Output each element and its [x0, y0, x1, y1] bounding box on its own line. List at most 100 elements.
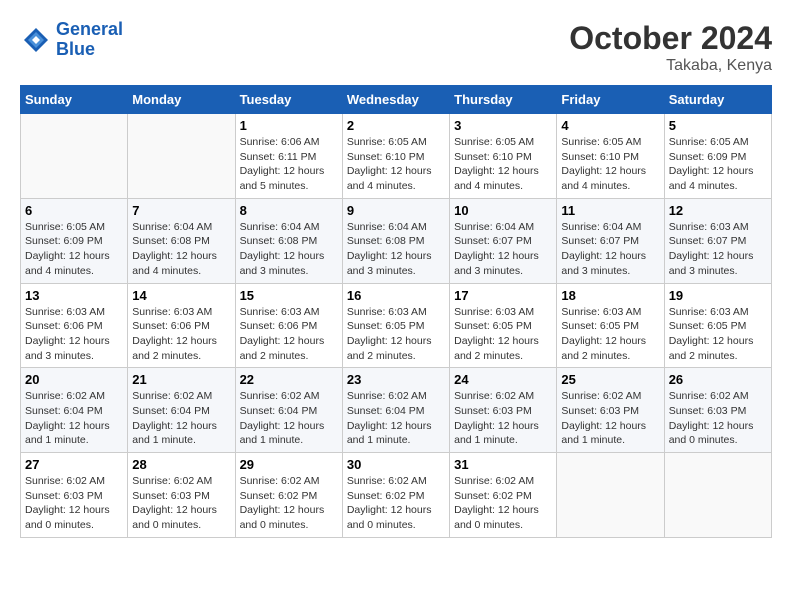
title-block: October 2024 Takaba, Kenya: [569, 20, 772, 75]
calendar-cell: 20 Sunrise: 6:02 AM Sunset: 6:04 PM Dayli…: [21, 368, 128, 453]
day-info: Sunrise: 6:04 AM Sunset: 6:08 PM Dayligh…: [347, 220, 445, 279]
day-number: 21: [132, 372, 230, 387]
day-info: Sunrise: 6:02 AM Sunset: 6:02 PM Dayligh…: [454, 474, 552, 533]
calendar-cell: 7Sunrise: 6:04 AM Sunset: 6:08 PM Daylig…: [128, 198, 235, 283]
calendar-cell: 29 Sunrise: 6:02 AM Sunset: 6:02 PM Dayli…: [235, 453, 342, 538]
day-info: Sunrise: 6:04 AM Sunset: 6:08 PM Dayligh…: [132, 220, 230, 279]
calendar-cell: 28 Sunrise: 6:02 AM Sunset: 6:03 PM Dayli…: [128, 453, 235, 538]
calendar-cell: 10Sunrise: 6:04 AM Sunset: 6:07 PM Dayli…: [450, 198, 557, 283]
day-info: Sunrise: 6:02 AM Sunset: 6:03 PM Dayligh…: [132, 474, 230, 533]
calendar-week-row: 27Sunrise: 6:02 AM Sunset: 6:03 PM Dayli…: [21, 453, 772, 538]
logo-icon: [20, 24, 52, 56]
calendar-cell: 19 Sunrise: 6:03 AM Sunset: 6:05 PM Dayli…: [664, 283, 771, 368]
weekday-header-row: SundayMondayTuesdayWednesdayThursdayFrid…: [21, 86, 772, 114]
calendar-week-row: 1Sunrise: 6:06 AM Sunset: 6:11 PM Daylig…: [21, 114, 772, 199]
day-info: Sunrise: 6:02 AM Sunset: 6:03 PM Dayligh…: [454, 389, 552, 448]
day-number: 5: [669, 118, 767, 133]
day-number: 31: [454, 457, 552, 472]
day-info: Sunrise: 6:02 AM Sunset: 6:02 PM Dayligh…: [347, 474, 445, 533]
calendar-cell: 3 Sunrise: 6:05 AM Sunset: 6:10 PM Daylig…: [450, 114, 557, 199]
calendar-cell: 11Sunrise: 6:04 AM Sunset: 6:07 PM Dayli…: [557, 198, 664, 283]
calendar-cell: [21, 114, 128, 199]
day-info: Sunrise: 6:02 AM Sunset: 6:04 PM Dayligh…: [240, 389, 338, 448]
calendar-cell: 26 Sunrise: 6:02 AM Sunset: 6:03 PM Dayli…: [664, 368, 771, 453]
weekday-header-sunday: Sunday: [21, 86, 128, 114]
logo-line2: Blue: [56, 39, 95, 59]
day-info: Sunrise: 6:02 AM Sunset: 6:04 PM Dayligh…: [132, 389, 230, 448]
calendar-cell: 21 Sunrise: 6:02 AM Sunset: 6:04 PM Dayli…: [128, 368, 235, 453]
day-number: 19: [669, 288, 767, 303]
day-number: 13: [25, 288, 123, 303]
page-header: General Blue October 2024 Takaba, Kenya: [20, 20, 772, 75]
day-info: Sunrise: 6:05 AM Sunset: 6:10 PM Dayligh…: [347, 135, 445, 194]
calendar-cell: 5 Sunrise: 6:05 AM Sunset: 6:09 PM Daylig…: [664, 114, 771, 199]
calendar-cell: 4 Sunrise: 6:05 AM Sunset: 6:10 PM Daylig…: [557, 114, 664, 199]
calendar-cell: 27Sunrise: 6:02 AM Sunset: 6:03 PM Dayli…: [21, 453, 128, 538]
month-title: October 2024: [569, 20, 772, 57]
day-info: Sunrise: 6:03 AM Sunset: 6:05 PM Dayligh…: [454, 305, 552, 364]
day-info: Sunrise: 6:04 AM Sunset: 6:08 PM Dayligh…: [240, 220, 338, 279]
day-number: 16: [347, 288, 445, 303]
calendar-cell: 9Sunrise: 6:04 AM Sunset: 6:08 PM Daylig…: [342, 198, 449, 283]
day-number: 29: [240, 457, 338, 472]
day-info: Sunrise: 6:02 AM Sunset: 6:03 PM Dayligh…: [669, 389, 767, 448]
calendar-cell: 17 Sunrise: 6:03 AM Sunset: 6:05 PM Dayli…: [450, 283, 557, 368]
day-info: Sunrise: 6:02 AM Sunset: 6:04 PM Dayligh…: [25, 389, 123, 448]
calendar-cell: 14 Sunrise: 6:03 AM Sunset: 6:06 PM Dayli…: [128, 283, 235, 368]
day-info: Sunrise: 6:02 AM Sunset: 6:03 PM Dayligh…: [561, 389, 659, 448]
logo-text: General Blue: [56, 20, 123, 60]
calendar-cell: 15Sunrise: 6:03 AM Sunset: 6:06 PM Dayli…: [235, 283, 342, 368]
day-number: 20: [25, 372, 123, 387]
day-number: 28: [132, 457, 230, 472]
calendar-cell: 18Sunrise: 6:03 AM Sunset: 6:05 PM Dayli…: [557, 283, 664, 368]
calendar-week-row: 20 Sunrise: 6:02 AM Sunset: 6:04 PM Dayli…: [21, 368, 772, 453]
weekday-header-wednesday: Wednesday: [342, 86, 449, 114]
calendar-cell: 25 Sunrise: 6:02 AM Sunset: 6:03 PM Dayli…: [557, 368, 664, 453]
calendar-cell: [557, 453, 664, 538]
day-number: 26: [669, 372, 767, 387]
day-info: Sunrise: 6:04 AM Sunset: 6:07 PM Dayligh…: [454, 220, 552, 279]
day-info: Sunrise: 6:03 AM Sunset: 6:05 PM Dayligh…: [669, 305, 767, 364]
weekday-header-thursday: Thursday: [450, 86, 557, 114]
calendar-cell: 13Sunrise: 6:03 AM Sunset: 6:06 PM Dayli…: [21, 283, 128, 368]
weekday-header-saturday: Saturday: [664, 86, 771, 114]
day-number: 24: [454, 372, 552, 387]
day-number: 17: [454, 288, 552, 303]
day-number: 3: [454, 118, 552, 133]
day-info: Sunrise: 6:03 AM Sunset: 6:06 PM Dayligh…: [132, 305, 230, 364]
logo-line1: General: [56, 19, 123, 39]
day-info: Sunrise: 6:02 AM Sunset: 6:02 PM Dayligh…: [240, 474, 338, 533]
calendar-week-row: 6Sunrise: 6:05 AM Sunset: 6:09 PM Daylig…: [21, 198, 772, 283]
calendar-cell: 6Sunrise: 6:05 AM Sunset: 6:09 PM Daylig…: [21, 198, 128, 283]
day-info: Sunrise: 6:02 AM Sunset: 6:03 PM Dayligh…: [25, 474, 123, 533]
day-info: Sunrise: 6:05 AM Sunset: 6:10 PM Dayligh…: [561, 135, 659, 194]
logo: General Blue: [20, 20, 123, 60]
calendar-cell: 22Sunrise: 6:02 AM Sunset: 6:04 PM Dayli…: [235, 368, 342, 453]
day-info: Sunrise: 6:03 AM Sunset: 6:05 PM Dayligh…: [561, 305, 659, 364]
day-number: 14: [132, 288, 230, 303]
calendar-cell: 30 Sunrise: 6:02 AM Sunset: 6:02 PM Dayli…: [342, 453, 449, 538]
day-info: Sunrise: 6:05 AM Sunset: 6:10 PM Dayligh…: [454, 135, 552, 194]
weekday-header-monday: Monday: [128, 86, 235, 114]
calendar-cell: 2 Sunrise: 6:05 AM Sunset: 6:10 PM Daylig…: [342, 114, 449, 199]
day-number: 25: [561, 372, 659, 387]
calendar-cell: 31 Sunrise: 6:02 AM Sunset: 6:02 PM Dayli…: [450, 453, 557, 538]
calendar-week-row: 13 Sunrise: 6:03 AM Sunset: 6:06 PM Dayli…: [21, 283, 772, 368]
calendar-cell: [664, 453, 771, 538]
day-number: 12: [669, 203, 767, 218]
day-number: 1: [240, 118, 338, 133]
calendar-cell: [128, 114, 235, 199]
day-number: 11: [561, 203, 659, 218]
day-number: 30: [347, 457, 445, 472]
day-number: 23: [347, 372, 445, 387]
day-number: 2: [347, 118, 445, 133]
day-info: Sunrise: 6:05 AM Sunset: 6:09 PM Dayligh…: [669, 135, 767, 194]
day-info: Sunrise: 6:05 AM Sunset: 6:09 PM Dayligh…: [25, 220, 123, 279]
calendar-cell: 12Sunrise: 6:03 AM Sunset: 6:07 PM Dayli…: [664, 198, 771, 283]
calendar-cell: 8 Sunrise: 6:04 AM Sunset: 6:08 PM Daylig…: [235, 198, 342, 283]
calendar-cell: 24 Sunrise: 6:02 AM Sunset: 6:03 PM Dayli…: [450, 368, 557, 453]
day-info: Sunrise: 6:02 AM Sunset: 6:04 PM Dayligh…: [347, 389, 445, 448]
day-number: 8: [240, 203, 338, 218]
day-number: 4: [561, 118, 659, 133]
day-number: 15: [240, 288, 338, 303]
